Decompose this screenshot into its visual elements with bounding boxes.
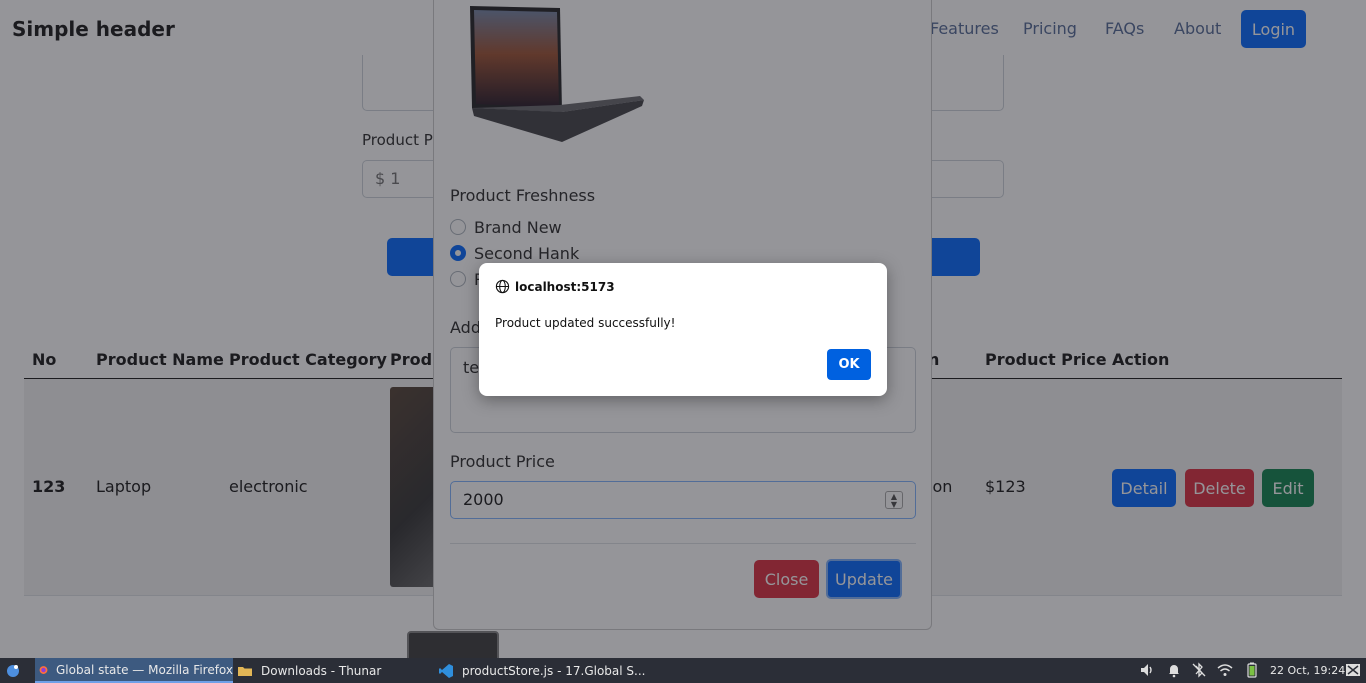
- taskbar-item-label: productStore.js - 17.Global S...: [462, 663, 646, 678]
- taskbar-item-label: Global state — Mozilla Firefox: [56, 662, 233, 677]
- globe-icon: [495, 279, 510, 294]
- wifi-icon[interactable]: [1217, 662, 1233, 678]
- vscode-icon: [439, 663, 453, 678]
- ok-button[interactable]: OK: [827, 349, 871, 380]
- battery-icon[interactable]: [1244, 662, 1260, 678]
- app-menu-icon[interactable]: [5, 662, 21, 678]
- notification-bell-icon[interactable]: [1166, 662, 1182, 678]
- clock[interactable]: 22 Oct, 19:24: [1270, 658, 1345, 683]
- taskbar-item-thunar[interactable]: Downloads - Thunar: [237, 658, 381, 683]
- alert-message: Product updated successfully!: [495, 316, 676, 330]
- alert-dialog: localhost:5173 Product updated successfu…: [479, 263, 887, 396]
- web-page: Simple header Features Pricing FAQs Abou…: [0, 0, 1366, 658]
- taskbar-item-label: Downloads - Thunar: [261, 663, 382, 678]
- bluetooth-off-icon[interactable]: [1191, 662, 1207, 678]
- firefox-icon: [39, 665, 48, 674]
- show-desktop-icon[interactable]: [1345, 662, 1361, 678]
- taskbar-item-vscode[interactable]: productStore.js - 17.Global S...: [438, 658, 645, 683]
- folder-icon: [238, 666, 252, 676]
- volume-icon[interactable]: [1139, 662, 1155, 678]
- alert-origin-text: localhost:5173: [515, 279, 615, 294]
- alert-origin: localhost:5173: [495, 279, 615, 294]
- taskbar-item-firefox[interactable]: Global state — Mozilla Firefox: [35, 658, 233, 683]
- taskbar: Global state — Mozilla Firefox Downloads…: [0, 658, 1366, 683]
